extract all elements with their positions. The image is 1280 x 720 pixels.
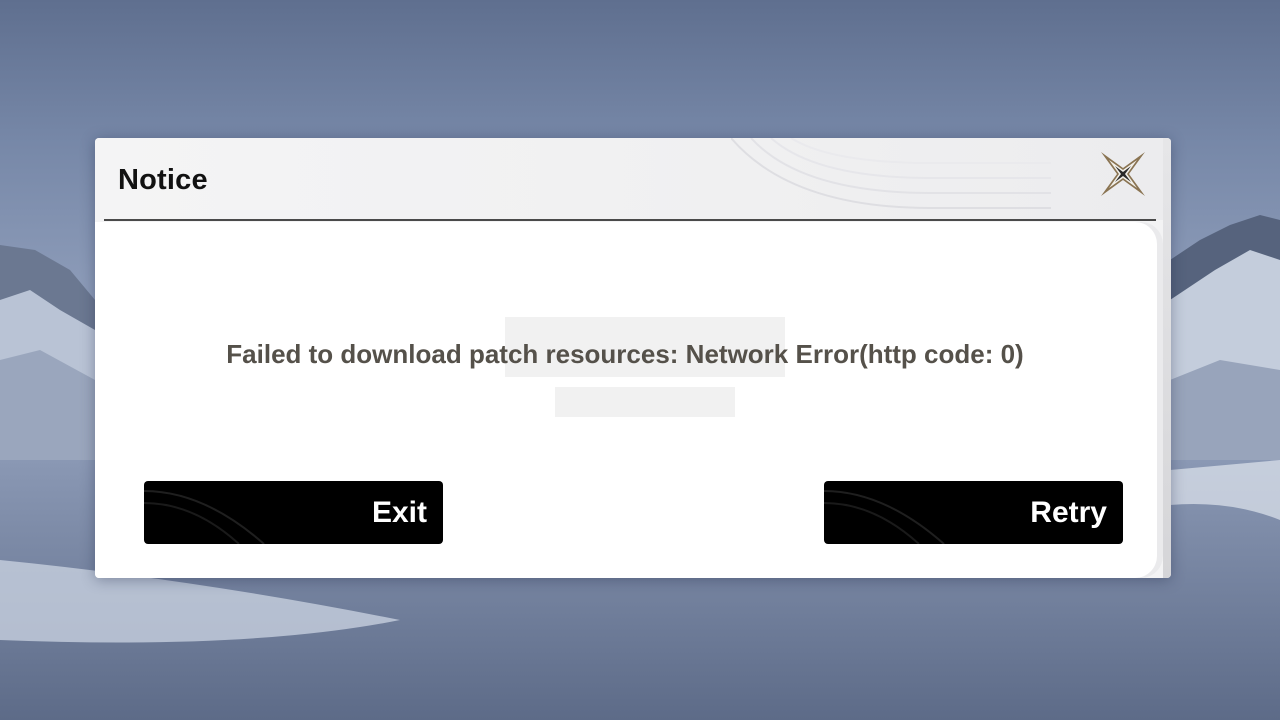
dialog-body: Failed to download patch resources: Netw… <box>95 222 1163 578</box>
button-decoration <box>824 490 945 544</box>
notice-dialog: Notice Failed to download patch resource… <box>95 138 1171 578</box>
dialog-header: Notice <box>95 138 1171 221</box>
dialog-title: Notice <box>118 164 208 196</box>
close-button[interactable] <box>1095 146 1151 202</box>
retry-button-label: Retry <box>1030 496 1107 529</box>
header-decoration <box>731 138 1051 209</box>
retry-button[interactable]: Retry <box>824 481 1123 544</box>
header-divider <box>104 219 1156 221</box>
exit-button-label: Exit <box>371 496 427 529</box>
dialog-right-edge <box>1163 138 1171 578</box>
button-decoration <box>144 490 265 544</box>
close-x-icon <box>1101 152 1145 196</box>
exit-button[interactable]: Exit <box>144 481 443 544</box>
watermark-logo <box>505 317 785 417</box>
error-message: Failed to download patch resources: Netw… <box>226 339 1024 369</box>
